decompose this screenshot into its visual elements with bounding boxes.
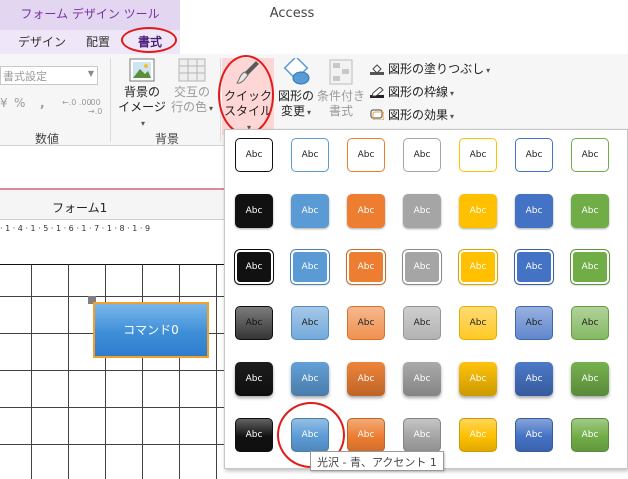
table-rows-icon bbox=[178, 58, 206, 82]
quick-style-swatch[interactable]: Abc bbox=[571, 306, 609, 340]
conditional-format-icon bbox=[329, 59, 353, 85]
contextual-tab-group-title: フォーム デザイン ツール bbox=[20, 7, 160, 21]
quick-style-swatch[interactable]: Abc bbox=[347, 418, 385, 452]
quick-style-swatch[interactable]: Abc bbox=[291, 418, 329, 452]
quick-style-swatch[interactable]: Abc bbox=[459, 418, 497, 452]
quick-style-swatch[interactable]: Abc bbox=[403, 194, 441, 228]
quick-style-swatch[interactable]: Abc bbox=[459, 362, 497, 396]
quick-style-swatch[interactable]: Abc bbox=[235, 418, 273, 452]
quick-style-swatch[interactable]: Abc bbox=[403, 250, 441, 284]
chevron-down-icon: ▼ bbox=[87, 69, 94, 78]
quick-style-gallery: Abc Abc Abc Abc Abc Abc Abc Abc Abc Abc Abc Abc Abc A… bbox=[224, 129, 628, 469]
quick-style-swatch[interactable]: Abc bbox=[403, 138, 441, 172]
chevron-down-icon: ▾ bbox=[486, 66, 491, 75]
quick-style-swatch[interactable]: Abc bbox=[515, 138, 553, 172]
design-grid[interactable] bbox=[0, 264, 224, 479]
shape-effect-icon bbox=[370, 108, 385, 121]
quick-style-swatch[interactable]: Abc bbox=[515, 250, 553, 284]
quick-style-swatch[interactable]: Abc bbox=[403, 306, 441, 340]
shape-outline-label: 図形の枠線 bbox=[388, 85, 449, 99]
group-label-number: 数値 bbox=[34, 132, 59, 146]
quick-style-swatch[interactable]: Abc bbox=[459, 306, 497, 340]
app-title: Access bbox=[269, 6, 315, 21]
pencil-icon bbox=[370, 86, 384, 98]
conditional-format-button[interactable]: 条件付き 書式 bbox=[316, 58, 366, 119]
quick-style-swatch[interactable]: Abc bbox=[235, 138, 273, 172]
quick-style-swatch[interactable]: Abc bbox=[347, 250, 385, 284]
conditional-format-label: 条件付き 書式 bbox=[316, 89, 365, 118]
quick-style-swatch[interactable]: Abc bbox=[515, 194, 553, 228]
ribbon-tab-bar: デザイン 配置 書式 bbox=[0, 30, 628, 54]
quick-style-button[interactable]: クイック スタイル▾ bbox=[222, 58, 274, 135]
contextual-tab-group-header: フォーム デザイン ツール bbox=[0, 0, 180, 30]
shape-outline-button[interactable]: 図形の枠線 ▾ bbox=[370, 83, 454, 100]
quick-style-swatch[interactable]: Abc bbox=[571, 362, 609, 396]
shape-fill-label: 図形の塗りつぶし bbox=[388, 62, 485, 76]
quick-style-swatch[interactable]: Abc bbox=[235, 250, 273, 284]
horizontal-ruler: · 1 · 4 · 1 · 5 · 1 · 6 · 1 · 7 · 1 · 8 … bbox=[0, 224, 151, 233]
quick-style-swatch[interactable]: Abc bbox=[515, 362, 553, 396]
chevron-down-icon: ▾ bbox=[450, 112, 455, 121]
quick-style-swatch[interactable]: Abc bbox=[347, 306, 385, 340]
background-image-button[interactable]: 背景の イメージ ▾ bbox=[116, 58, 168, 131]
quick-style-swatch[interactable]: Abc bbox=[571, 138, 609, 172]
shape-fill-button[interactable]: 図形の塗りつぶし ▾ bbox=[370, 60, 490, 77]
quick-style-swatch[interactable]: Abc bbox=[459, 250, 497, 284]
shapes-icon bbox=[283, 58, 310, 85]
quick-style-swatch[interactable]: Abc bbox=[291, 250, 329, 284]
quick-style-swatch[interactable]: Abc bbox=[571, 418, 609, 452]
alternate-row-color-button[interactable]: 交互の 行の色 ▾ bbox=[168, 58, 216, 116]
group-separator bbox=[220, 58, 221, 142]
quick-style-swatch[interactable]: Abc bbox=[291, 362, 329, 396]
quick-style-swatch[interactable]: Abc bbox=[291, 138, 329, 172]
shape-effects-label: 図形の効果 bbox=[388, 108, 449, 122]
quick-style-swatch[interactable]: Abc bbox=[403, 362, 441, 396]
quick-style-label: クイック スタイル bbox=[223, 89, 272, 118]
quick-style-swatch[interactable]: Abc bbox=[291, 194, 329, 228]
alternate-row-color-label: 交互の 行の色 bbox=[170, 85, 210, 114]
quick-style-swatch[interactable]: Abc bbox=[235, 362, 273, 396]
quick-style-swatch[interactable]: Abc bbox=[571, 250, 609, 284]
quick-style-swatch[interactable]: Abc bbox=[459, 138, 497, 172]
chevron-down-icon: ▾ bbox=[209, 104, 214, 113]
quick-style-swatch[interactable]: Abc bbox=[515, 306, 553, 340]
quick-style-swatch[interactable]: Abc bbox=[235, 306, 273, 340]
quick-style-swatch[interactable]: Abc bbox=[291, 306, 329, 340]
format-select-value: 書式設定 bbox=[3, 70, 47, 83]
background-image-label: 背景の イメージ bbox=[118, 85, 166, 114]
tab-design[interactable]: デザイン bbox=[18, 33, 66, 50]
decrease-decimal-button[interactable]: .00 →.0 bbox=[88, 98, 108, 116]
document-tab-form1[interactable]: フォーム1 bbox=[52, 199, 107, 216]
quick-style-swatch[interactable]: Abc bbox=[571, 194, 609, 228]
chevron-down-icon: ▾ bbox=[140, 119, 145, 128]
group-label-background: 背景 bbox=[154, 132, 179, 146]
group-separator bbox=[110, 58, 111, 142]
format-select[interactable]: 書式設定 ▼ bbox=[0, 66, 98, 85]
quick-style-swatch[interactable]: Abc bbox=[347, 138, 385, 172]
quick-style-swatch[interactable]: Abc bbox=[347, 362, 385, 396]
chevron-down-icon: ▾ bbox=[450, 89, 455, 98]
tab-format[interactable]: 書式 bbox=[138, 33, 162, 50]
shape-effects-button[interactable]: 図形の効果 ▾ bbox=[370, 106, 454, 123]
style-tooltip: 光沢 - 青、アクセント 1 bbox=[310, 451, 444, 471]
quick-style-swatch[interactable]: Abc bbox=[235, 194, 273, 228]
currency-button[interactable]: ¥ bbox=[0, 96, 8, 110]
quick-style-swatch[interactable]: Abc bbox=[459, 194, 497, 228]
command-button-control[interactable]: コマンド0 bbox=[93, 302, 209, 358]
tab-arrange[interactable]: 配置 bbox=[86, 33, 110, 50]
picture-icon bbox=[129, 58, 155, 82]
percent-button[interactable]: % bbox=[14, 96, 25, 110]
chevron-down-icon: ▾ bbox=[307, 108, 312, 117]
quick-style-swatch[interactable]: Abc bbox=[347, 194, 385, 228]
comma-button[interactable]: , bbox=[40, 96, 45, 110]
paint-bucket-icon bbox=[370, 63, 384, 75]
paintbrush-icon bbox=[236, 61, 259, 84]
change-shape-button[interactable]: 図形の 変更 ▾ bbox=[274, 58, 318, 120]
document-tab-bar: フォーム1 bbox=[0, 190, 224, 220]
quick-style-swatch[interactable]: Abc bbox=[515, 418, 553, 452]
quick-style-swatch[interactable]: Abc bbox=[403, 418, 441, 452]
